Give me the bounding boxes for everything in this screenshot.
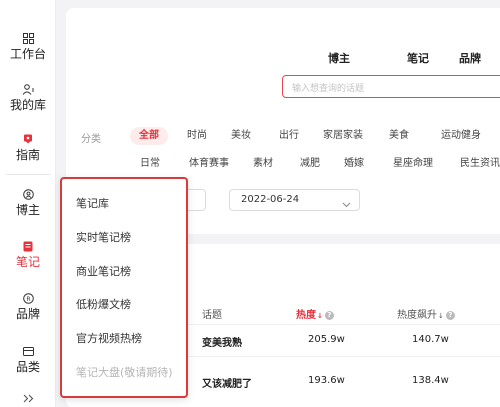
menu-item-official-video-rank[interactable]: 官方视频热榜 [76, 330, 142, 346]
sidebar-item-workbench[interactable]: 工作台 [0, 32, 56, 61]
grid-icon [22, 32, 34, 44]
blogger-icon [22, 188, 34, 200]
sidebar-item-blogger[interactable]: 博主 [0, 188, 56, 217]
sidebar-item-brand[interactable]: R 品牌 [0, 292, 56, 321]
column-header-heat[interactable]: 热度↓? [296, 306, 334, 321]
left-sidebar: 工作台 我的库 指南 博主 笔记 R 品牌 品类 [0, 0, 56, 407]
sidebar-item-guide[interactable]: 指南 [0, 133, 56, 162]
date-picker[interactable]: 2022-06-24 [229, 189, 360, 211]
sort-down-icon: ↓ [317, 312, 323, 320]
sidebar-item-label: 指南 [15, 148, 40, 162]
user-library-icon [22, 83, 34, 95]
notebook-icon [22, 240, 34, 252]
sidebar-item-label: 品类 [15, 360, 40, 374]
category-chip[interactable]: 婚嫁 [338, 155, 370, 173]
brand-icon: R [22, 292, 34, 304]
notes-submenu: 笔记库 实时笔记榜 商业笔记榜 低粉爆文榜 官方视频热榜 笔记大盘(敬请期待) [60, 177, 188, 398]
category-chip[interactable]: 美妆 [222, 127, 260, 145]
category-chip[interactable]: 体育赛事 [180, 155, 238, 173]
date-value: 2022-06-24 [241, 194, 300, 205]
sidebar-divider [6, 174, 50, 175]
category-chip[interactable]: 减肥 [294, 155, 326, 173]
menu-item-business-notes-rank[interactable]: 商业笔记榜 [76, 263, 131, 279]
category-chip[interactable]: 民生资讯 [454, 155, 500, 173]
sort-icon: ↓ [438, 312, 444, 320]
tab-brand[interactable]: 品牌 [459, 50, 481, 66]
category-chip[interactable]: 出行 [270, 127, 308, 145]
question-icon[interactable]: ? [445, 311, 455, 320]
category-chip[interactable]: 美食 [380, 127, 418, 145]
sidebar-item-label: 博主 [15, 203, 40, 217]
topic-cell[interactable]: 变美我熟 [202, 334, 242, 349]
heat-cell: 205.9w [308, 334, 345, 345]
category-chip[interactable]: 家居家装 [312, 127, 374, 145]
tab-notes[interactable]: 笔记 [407, 50, 429, 66]
sidebar-item-label: 工作台 [9, 47, 46, 61]
menu-item-note-library[interactable]: 笔记库 [76, 195, 109, 211]
column-header-topic: 话题 [202, 310, 222, 321]
tab-blogger[interactable]: 博主 [328, 50, 350, 66]
topic-cell[interactable]: 又该减肥了 [202, 375, 252, 390]
sidebar-item-category[interactable]: 品类 [0, 345, 56, 374]
menu-item-realtime-notes-rank[interactable]: 实时笔记榜 [76, 229, 131, 245]
column-header-heat-rise[interactable]: 热度飙升↓? [397, 306, 455, 321]
category-chip[interactable]: 素材 [246, 155, 280, 173]
sidebar-item-label: 品牌 [15, 307, 40, 321]
chevron-down-icon [342, 196, 351, 216]
category-label: 分类 [81, 134, 101, 145]
category-chip[interactable]: 时尚 [178, 127, 216, 145]
category-chip-all[interactable]: 全部 [130, 127, 168, 145]
svg-text:R: R [26, 295, 30, 302]
sidebar-item-notes[interactable]: 笔记 [0, 240, 56, 269]
double-chevron-right-icon [23, 388, 34, 407]
category-chip[interactable]: 运动健身 [426, 127, 496, 145]
category-chip[interactable]: 星座命理 [384, 155, 442, 173]
heat-rise-cell: 140.7w [412, 334, 449, 345]
question-icon[interactable]: ? [324, 311, 334, 320]
guide-icon [22, 133, 34, 145]
heat-cell: 193.6w [308, 375, 345, 386]
sidebar-item-label: 我的库 [9, 98, 46, 112]
sidebar-item-my-library[interactable]: 我的库 [0, 83, 56, 112]
category-icon [22, 345, 34, 357]
sidebar-item-label: 笔记 [15, 255, 40, 269]
column-header-heat-label: 热度 [296, 310, 316, 321]
menu-item-notes-dashboard: 笔记大盘(敬请期待) [76, 366, 173, 379]
sidebar-collapse-button[interactable] [0, 388, 56, 407]
column-header-heat-rise-label: 热度飙升 [397, 310, 437, 321]
category-chip[interactable]: 日常 [134, 155, 166, 173]
topic-search-box [282, 75, 500, 100]
topic-search-input[interactable] [283, 78, 500, 100]
heat-rise-cell: 138.4w [412, 375, 449, 386]
menu-item-low-fan-viral-rank[interactable]: 低粉爆文榜 [76, 296, 131, 312]
